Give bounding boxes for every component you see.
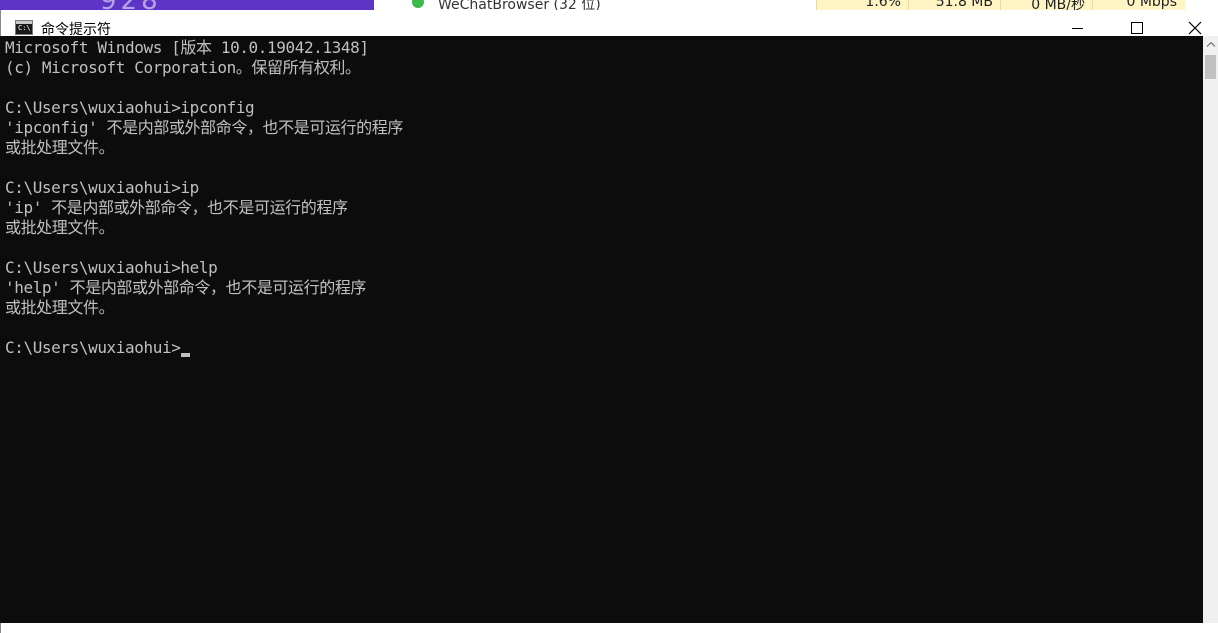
cmd-icon[interactable]: C:\ (15, 20, 33, 35)
maximize-icon (1131, 22, 1143, 34)
text-cursor (181, 353, 191, 357)
vertical-scrollbar[interactable] (1203, 36, 1218, 623)
console-line: (c) Microsoft Corporation。保留所有权利。 (5, 58, 361, 77)
console-line: 'help' 不是内部或外部命令，也不是可运行的程序 (5, 278, 367, 297)
console-output[interactable]: Microsoft Windows [版本 10.0.19042.1348] (… (0, 36, 1203, 623)
task-name: WeChatBrowser (32 位) (438, 0, 601, 10)
console-line: C:\Users\wuxiaohui>help (5, 258, 218, 277)
scroll-thumb[interactable] (1205, 55, 1216, 79)
console-line: 或批处理文件。 (5, 298, 115, 317)
disk-cell: 0 MB/秒 (1000, 0, 1093, 10)
background-digits: 928 (100, 0, 162, 10)
background-app-panel[interactable]: 928 (0, 0, 374, 10)
scroll-up-button[interactable] (1203, 36, 1218, 53)
minimize-icon (1072, 28, 1083, 29)
prompt-text: C:\Users\wuxiaohui> (5, 338, 181, 357)
memory-cell: 51.8 MB (908, 0, 1001, 10)
background-windows: 928 WeChatBrowser (32 位) 1.6% 51.8 MB 0 … (0, 0, 1218, 10)
close-icon (1188, 21, 1202, 35)
console-line: 或批处理文件。 (5, 218, 115, 237)
console-lines: Microsoft Windows [版本 10.0.19042.1348] (… (5, 38, 403, 358)
scroll-up-arrow-icon (1207, 42, 1215, 47)
console-line: C:\Users\wuxiaohui>ipconfig (5, 98, 255, 117)
console-line: 或批处理文件。 (5, 138, 115, 157)
console-line: C:\Users\wuxiaohui>ip (5, 178, 199, 197)
network-cell: 0 Mbps (1092, 0, 1185, 10)
cpu-cell: 1.6% (816, 0, 909, 10)
prompt-line[interactable]: C:\Users\wuxiaohui> (5, 338, 403, 358)
console-line: 'ipconfig' 不是内部或外部命令，也不是可运行的程序 (5, 118, 403, 137)
console-line: 'ip' 不是内部或外部命令，也不是可运行的程序 (5, 198, 348, 217)
console-line: Microsoft Windows [版本 10.0.19042.1348] (5, 38, 369, 57)
